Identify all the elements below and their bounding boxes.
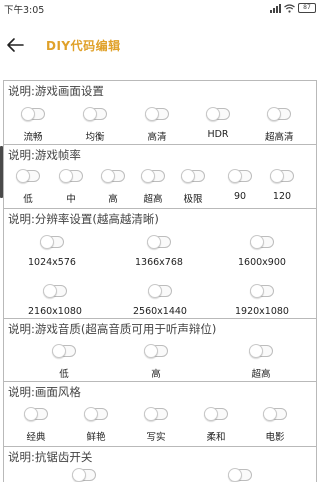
settings-list: 说明:游戏画面设置 流畅 均衡 高清 HDR 超高清 说明:游戏帧率 低 中 高… (0, 80, 320, 482)
toggle-switch[interactable] (249, 344, 273, 358)
option-fps-90[interactable]: 90 (228, 169, 252, 202)
back-arrow-icon[interactable] (6, 36, 24, 54)
section-sound-quality: 说明:游戏音质(超高音质可用于听声辩位) 低 高 超高 (3, 319, 317, 382)
section-anti-aliasing: 说明:抗锯齿开关 (3, 447, 317, 482)
toggle-switch[interactable] (228, 468, 252, 482)
option-res-2160x1080[interactable]: 2160x1080 (28, 284, 82, 317)
toggle-switch[interactable] (21, 107, 45, 121)
option-res-1366x768[interactable]: 1366x768 (135, 235, 183, 268)
app-header: DIY代码编辑 (0, 16, 320, 74)
toggle-switch[interactable] (144, 344, 168, 358)
option-sound-ultra[interactable]: 超高 (249, 344, 273, 380)
option-res-1920x1080[interactable]: 1920x1080 (235, 284, 289, 317)
option-graphics-balanced[interactable]: 均衡 (83, 107, 107, 143)
toggle-switch[interactable] (42, 284, 67, 298)
toggle-switch[interactable] (249, 235, 274, 249)
toggle-switch[interactable] (145, 107, 169, 121)
section-resolution: 说明:分辨率设置(越高越清晰) 1024x576 1366x768 1600x9… (3, 209, 317, 319)
option-fps-extreme[interactable]: 极限 (181, 169, 205, 205)
option-aa-on[interactable] (228, 468, 252, 482)
section-graphics-quality: 说明:游戏画面设置 流畅 均衡 高清 HDR 超高清 (3, 80, 317, 145)
option-fps-medium[interactable]: 中 (59, 169, 83, 205)
toggle-switch[interactable] (263, 407, 287, 421)
toggle-switch[interactable] (147, 284, 172, 298)
toggle-switch[interactable] (72, 468, 96, 482)
option-graphics-ultra[interactable]: 超高清 (265, 107, 294, 143)
toggle-switch[interactable] (59, 169, 83, 183)
section-title: 说明:游戏音质(超高音质可用于听声辩位) (8, 322, 217, 336)
toggle-switch[interactable] (249, 284, 274, 298)
section-title: 说明:分辨率设置(越高越清晰) (8, 212, 159, 226)
option-res-2560x1440[interactable]: 2560x1440 (133, 284, 187, 317)
option-style-vivid[interactable]: 鲜艳 (84, 407, 108, 443)
section-title: 说明:游戏画面设置 (8, 84, 104, 98)
option-style-realistic[interactable]: 写实 (144, 407, 168, 443)
option-style-soft[interactable]: 柔和 (204, 407, 228, 443)
toggle-switch[interactable] (101, 169, 125, 183)
page-title: DIY代码编辑 (46, 39, 121, 53)
option-graphics-hd[interactable]: 高清 (145, 107, 169, 143)
toggle-switch[interactable] (146, 235, 171, 249)
toggle-switch[interactable] (267, 107, 292, 121)
battery-icon: 87 (298, 3, 316, 13)
toggle-switch[interactable] (16, 169, 40, 183)
toggle-switch[interactable] (228, 169, 252, 183)
option-style-cinematic[interactable]: 电影 (263, 407, 287, 443)
toggle-switch[interactable] (141, 169, 165, 183)
toggle-switch[interactable] (206, 107, 230, 121)
signal-icon (270, 3, 281, 13)
section-title: 说明:抗锯齿开关 (8, 450, 93, 464)
status-icons: 87 (270, 2, 316, 14)
option-sound-low[interactable]: 低 (52, 344, 76, 380)
option-fps-120[interactable]: 120 (270, 169, 294, 202)
option-graphics-smooth[interactable]: 流畅 (21, 107, 45, 143)
option-sound-high[interactable]: 高 (144, 344, 168, 380)
option-res-1024x576[interactable]: 1024x576 (28, 235, 76, 268)
option-style-classic[interactable]: 经典 (24, 407, 48, 443)
status-bar: 下午3:05 87 (0, 0, 320, 16)
option-fps-high[interactable]: 高 (101, 169, 125, 205)
section-title: 说明:画面风格 (8, 385, 81, 399)
wifi-icon (284, 3, 295, 13)
toggle-switch[interactable] (84, 407, 108, 421)
option-fps-low[interactable]: 低 (16, 169, 40, 205)
section-visual-style: 说明:画面风格 经典 鲜艳 写实 柔和 电影 (3, 382, 317, 447)
status-time: 下午3:05 (4, 5, 45, 16)
toggle-switch[interactable] (181, 169, 205, 183)
toggle-switch[interactable] (39, 235, 64, 249)
section-frame-rate: 说明:游戏帧率 低 中 高 超高 极限 90 120 (3, 145, 317, 209)
section-title: 说明:游戏帧率 (8, 148, 81, 162)
option-graphics-hdr[interactable]: HDR (206, 107, 230, 140)
toggle-switch[interactable] (83, 107, 107, 121)
toggle-switch[interactable] (52, 344, 76, 358)
option-fps-ultra[interactable]: 超高 (141, 169, 165, 205)
toggle-switch[interactable] (24, 407, 48, 421)
option-res-1600x900[interactable]: 1600x900 (238, 235, 286, 268)
toggle-switch[interactable] (144, 407, 168, 421)
option-aa-off[interactable] (72, 468, 96, 482)
toggle-switch[interactable] (204, 407, 228, 421)
toggle-switch[interactable] (270, 169, 294, 183)
